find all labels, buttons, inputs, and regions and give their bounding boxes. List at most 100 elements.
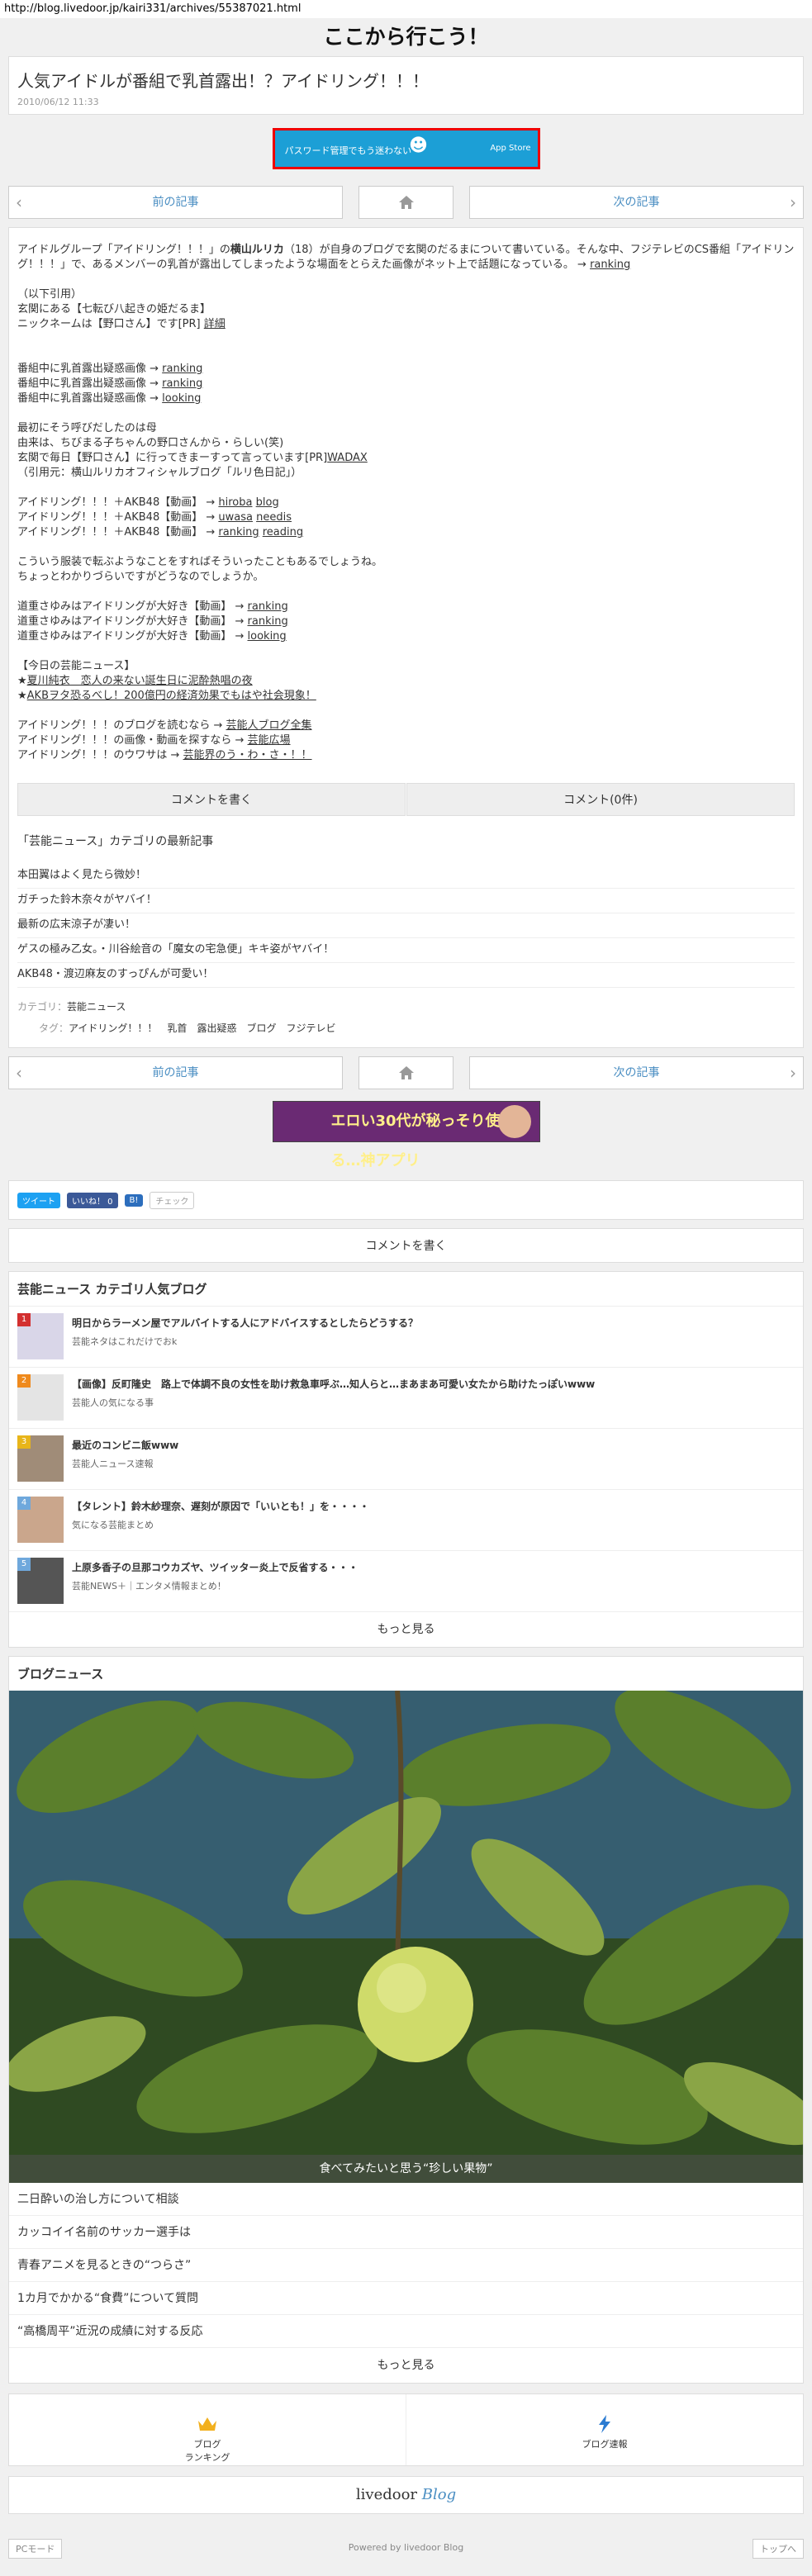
blog-news-link[interactable]: ブログ速報 [406,2394,803,2465]
category-latest-title: 「芸能ニュース」カテゴリの最新記事 [17,835,214,848]
body-link[interactable]: blog [256,496,279,509]
body-text: アイドリング！！！の画像・動画を探すなら → [17,734,248,747]
back-to-top-button[interactable]: トップへ [753,2539,804,2559]
like-button[interactable]: いいね！ 0 [67,1192,118,1208]
site-title[interactable]: ここから行こう！ [0,18,812,56]
body-text: アイドリング！！！＋AKB48【動画】 → [17,526,219,538]
next-article-button[interactable]: 次の記事 [469,1056,804,1089]
ad-banner-1-wrap: パスワード管理でもう迷わない ☻ App Store [0,115,812,186]
social-buttons: ツイート いいね！ 0 B! チェック [8,1180,804,1220]
article-nav-bottom: 前の記事 次の記事 [8,1056,804,1089]
article-body: アイドルグループ「アイドリング！！！」の横山ルリカ（18）が自身のブログで玄関の… [8,227,804,1048]
write-comment-button[interactable]: コメントを書く [17,783,406,816]
list-item[interactable]: 4 【タレント】鈴木紗理奈、遅刻が原因で「いいとも！」を・・・・ 気になる芸能ま… [9,1490,803,1551]
list-item[interactable]: 5 上原多香子の旦那コウカズヤ、ツイッター炎上で反省する・・・ 芸能NEWS＋｜… [9,1551,803,1612]
body-link[interactable]: looking [248,630,287,643]
tag-link[interactable]: ブログ [246,1022,276,1034]
list-item[interactable]: 二日酔いの治し方について相談 [9,2183,803,2216]
blog-ranking-link[interactable]: ブログ ランキング [9,2394,406,2465]
article-date: 2010/06/12 11:33 [17,97,99,107]
blog-ranking-label: ブログ ランキング [184,2439,230,2463]
powered-by: Powered by livedoor Blog [348,2542,464,2553]
body-link[interactable]: 芸能広場 [248,734,291,747]
popular-more-button[interactable]: もっと見る [9,1612,803,1647]
body-link[interactable]: ranking [162,377,202,390]
popular-item-title: 明日からラーメン屋でアルバイトする人にアドバイスするとしたらどうする？ [72,1317,419,1329]
livedoor-blog-logo[interactable]: livedoor Blog [8,2476,804,2514]
blog-news: ブログニュース 食べてみたいと思う“珍しい果物” 二日酔いの治し方について相談 … [8,1656,804,2384]
category-latest: 「芸能ニュース」カテゴリの最新記事 本田翼はよく見たら微妙！ ガチった鈴木奈々が… [9,816,803,996]
tag-label: タグ： [39,1022,69,1034]
body-text: アイドリング！！！＋AKB48【動画】 → [17,496,219,509]
body-text: ニックネームは【野口さん】です[PR] [17,318,204,330]
body-text: ★ [17,675,27,687]
prev-article-button[interactable]: 前の記事 [8,186,343,219]
write-comment-button-2[interactable]: コメントを書く [8,1228,804,1263]
ad-banner-2[interactable]: エロい30代が秘っそり使ってる…神アプリ [272,1101,540,1169]
article-tags: カテゴリ：芸能ニュース タグ：アイドリング！！！ 乳首 露出疑惑 ブログ フジテレビ [9,996,803,1047]
check-button[interactable]: チェック [150,1191,195,1209]
crown-icon [198,2417,216,2431]
body-link[interactable]: looking [162,392,201,405]
next-article-button[interactable]: 次の記事 [469,186,804,219]
popular-item-source: 芸能ネタはこれだけでおk [72,1336,178,1347]
body-link[interactable]: reading [263,526,303,538]
list-item[interactable]: 1カ月でかかる“食費”について質問 [9,2282,803,2315]
ad-banner-1[interactable]: パスワード管理でもう迷わない ☻ App Store [272,128,540,169]
body-link[interactable]: ranking [218,526,259,538]
ad-banner-1-text: パスワード管理でもう迷わない [284,145,412,156]
blog-news-title: ブログニュース [17,1667,104,1682]
home-button[interactable] [359,1056,453,1089]
body-text: 【今日の芸能ニュース】 [17,660,135,672]
list-item[interactable]: 1 明日からラーメン屋でアルバイトする人にアドバイスするとしたらどうする？ 芸能… [9,1307,803,1368]
news-photo[interactable]: 食べてみたいと思う“珍しい果物” [9,1691,803,2183]
body-link[interactable]: ranking [162,363,202,375]
tag-link[interactable]: アイドリング！！！ [69,1022,157,1034]
comment-buttons: コメントを書く コメント(0件) [9,783,803,816]
tweet-button[interactable]: ツイート [17,1192,60,1208]
footer: PCモード Powered by livedoor Blog トップへ [0,2527,812,2567]
body-link[interactable]: 芸能人ブログ全集 [226,719,312,732]
blog-news-more-button[interactable]: もっと見る [9,2348,803,2383]
comment-count-button[interactable]: コメント(0件) [406,783,795,816]
body-link[interactable]: ranking [248,600,288,613]
hatena-bookmark-button[interactable]: B! [124,1193,144,1207]
list-item[interactable]: カッコイイ名前のサッカー選手は [9,2216,803,2249]
list-item[interactable]: 青春アニメを見るときの“つらさ” [9,2249,803,2282]
category-link[interactable]: 芸能ニュース [67,1001,126,1013]
fruit-tree-photo [9,1691,803,2183]
list-item[interactable]: 本田翼はよく見たら微妙！ [17,864,795,889]
body-link[interactable]: uwasa [218,511,253,524]
tag-link[interactable]: フジテレビ [286,1022,335,1034]
body-link[interactable]: 芸能界のう・わ・さ・！！ [183,749,312,761]
popular-title: 芸能ニュース カテゴリ人気ブログ [9,1272,803,1307]
list-item[interactable]: 3 最近のコンビニ飯www 芸能人ニュース速報 [9,1429,803,1490]
body-link[interactable]: WADAX [327,452,368,464]
list-item[interactable]: “高橋周平”近況の成績に対する反応 [9,2315,803,2348]
prev-article-button[interactable]: 前の記事 [8,1056,343,1089]
body-text: 道重さゆみはアイドリングが大好き【動画】 → [17,615,248,628]
article-header: 人気アイドルが番組で乳首露出！？アイドリング！！！ 2010/06/12 11:… [8,56,804,115]
body-link[interactable]: 夏川純衣 恋人の来ない誕生日に泥酔熱唱の夜 [27,675,253,687]
list-item[interactable]: ゲスの極み乙女。・川谷絵音の「魔女の宅急便」キキ姿がヤバイ！ [17,938,795,963]
body-text: アイドリング！！！＋AKB48【動画】 → [17,511,219,524]
body-link[interactable]: hiroba [218,496,252,509]
body-link[interactable]: ranking [590,259,630,271]
list-item[interactable]: 2 【画像】反町隆史 路上で体調不良の女性を助け救急車呼ぶ…知人らと…まあまあ可… [9,1368,803,1429]
tag-link[interactable]: 露出疑惑 [197,1022,236,1034]
body-text: 番組中に乳首露出疑惑画像 → [17,377,163,390]
list-item[interactable]: 最新の広末涼子が凄い！ [17,913,795,938]
body-link[interactable]: 詳細 [204,318,226,330]
home-button[interactable] [359,186,453,219]
body-text: 最初にそう呼びだしたのは母 [17,422,157,434]
url-bar: http://blog.livedoor.jp/kairi331/archive… [0,0,812,18]
body-link[interactable]: needis [256,511,292,524]
app-store-badge: App Store [490,144,531,153]
body-link[interactable]: AKBヲタ恐るべし！200億円の経済効果でもはや社会現象！ [27,690,316,702]
body-link[interactable]: ranking [248,615,288,628]
list-item[interactable]: ガチった鈴木奈々がヤバイ！ [17,889,795,913]
tag-link[interactable]: 乳首 [167,1022,187,1034]
popular-item-title: 【タレント】鈴木紗理奈、遅刻が原因で「いいとも！」を・・・・ [72,1501,370,1512]
portrait-icon [497,1105,531,1138]
list-item[interactable]: AKB48・渡辺麻友のすっぴんが可愛い！ [17,963,795,988]
